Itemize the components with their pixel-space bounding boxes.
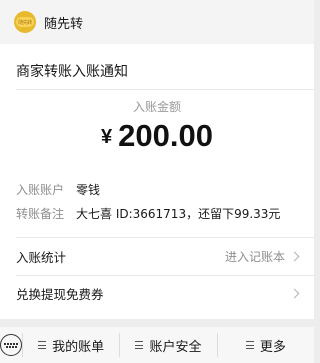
chevron-right-icon bbox=[289, 288, 300, 299]
menu-icon bbox=[245, 341, 254, 350]
menu-label: 账户安全 bbox=[149, 339, 202, 355]
menu-my-bill[interactable]: 我的账单 bbox=[22, 333, 119, 357]
menu-label: 更多 bbox=[259, 339, 286, 355]
ledger-link[interactable]: 进入记账本 bbox=[225, 248, 285, 265]
detail-key: 转账备注 bbox=[16, 207, 65, 221]
detail-value: 大七喜 ID:3661713，还留下99.33元 bbox=[76, 207, 281, 221]
menu-icon bbox=[135, 341, 144, 350]
stats-label: 入账统计 bbox=[16, 250, 67, 265]
amount-label: 入账金额 bbox=[132, 100, 181, 114]
notification-title: 商家转账入账通知 bbox=[16, 64, 128, 80]
menu-account-security[interactable]: 账户安全 bbox=[119, 333, 216, 357]
divider bbox=[16, 89, 314, 90]
menu-icon bbox=[38, 341, 47, 350]
chevron-right-icon bbox=[289, 251, 300, 262]
amount-value: 200.00 bbox=[118, 118, 213, 153]
chat-header: 随先转 随先转 bbox=[0, 0, 314, 44]
detail-key: 入账账户 bbox=[16, 183, 65, 197]
detail-row-account: 入账账户 零钱 bbox=[16, 181, 100, 198]
notification-card[interactable]: 商家转账入账通知 入账金额 ¥200.00 入账账户 零钱 转账备注 大七喜 I… bbox=[0, 44, 314, 319]
merchant-name[interactable]: 随先转 bbox=[44, 13, 83, 32]
logo-text: 随先转 bbox=[16, 17, 34, 27]
keyboard-icon[interactable] bbox=[0, 334, 22, 356]
detail-row-remark: 转账备注 大七喜 ID:3661713，还留下99.33元 bbox=[16, 205, 280, 222]
merchant-logo[interactable]: 随先转 bbox=[14, 11, 36, 33]
divider bbox=[16, 275, 314, 276]
menu-more[interactable]: 更多 bbox=[216, 333, 314, 357]
detail-value: 零钱 bbox=[76, 183, 101, 197]
amount-display: ¥200.00 bbox=[0, 118, 314, 154]
exchange-row[interactable]: 兑换提现免费券 bbox=[16, 284, 300, 303]
bottom-menu-bar: 我的账单 账户安全 更多 bbox=[0, 327, 314, 363]
currency-symbol: ¥ bbox=[101, 126, 113, 148]
stats-row[interactable]: 入账统计 进入记账本 bbox=[16, 247, 300, 266]
divider bbox=[16, 237, 314, 238]
exchange-label: 兑换提现免费券 bbox=[16, 287, 104, 302]
menu-label: 我的账单 bbox=[52, 339, 105, 355]
